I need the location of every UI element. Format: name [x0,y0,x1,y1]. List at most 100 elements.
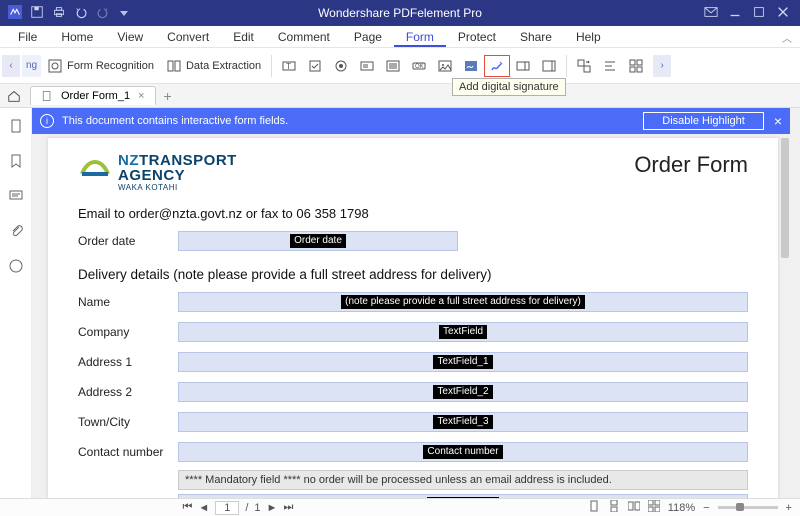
tooltip: Add digital signature [452,78,566,96]
address2-label: Address 2 [78,385,178,399]
align-icon[interactable] [597,55,623,77]
collapse-ribbon-icon[interactable]: ︿ [782,30,792,45]
delivery-heading: Delivery details (note please provide a … [78,267,748,282]
logo-line3: WAKA KOTAHI [118,183,237,192]
view-single-icon[interactable] [588,500,600,515]
next-page-icon[interactable]: ► [267,502,278,514]
data-extraction-icon [166,58,182,74]
address2-field[interactable]: TextField_2 [178,382,748,402]
disable-highlight-button[interactable]: Disable Highlight [643,112,764,130]
list-icon[interactable] [380,55,406,77]
view-two-icon[interactable] [628,500,640,515]
title-bar: Wondershare PDFelement Pro [0,0,800,26]
document-area: i This document contains interactive for… [32,108,800,498]
name-field[interactable]: (note please provide a full street addre… [178,292,748,312]
last-page-icon[interactable]: ⏭ [283,501,293,514]
form-recognition-button[interactable]: Form Recognition [41,53,160,79]
menu-view[interactable]: View [105,27,155,47]
data-extraction-button[interactable]: Data Extraction [160,53,267,79]
ribbon-overflow-label: ng [22,55,41,77]
notice-close-icon[interactable]: × [774,113,782,129]
view-continuous-icon[interactable] [608,500,620,515]
prev-page-icon[interactable]: ◄ [198,502,209,514]
menu-share[interactable]: Share [508,27,564,47]
checkbox-icon[interactable] [302,55,328,77]
minimize-icon[interactable] [728,5,742,22]
form-recognition-icon [47,58,63,74]
image-field-icon[interactable] [432,55,458,77]
comments-icon[interactable] [8,188,24,209]
address1-field[interactable]: TextField_1 [178,352,748,372]
barcode-icon[interactable] [536,55,562,77]
print-icon[interactable] [52,5,66,22]
thumbnails-icon[interactable] [8,118,24,139]
form-notice-bar: i This document contains interactive for… [32,108,790,134]
maximize-icon[interactable] [752,5,766,22]
undo-icon[interactable] [74,5,88,22]
ribbon-scroll-left[interactable]: ‹ [2,55,20,77]
attachments-icon[interactable] [8,223,24,244]
save-icon[interactable] [30,5,44,22]
menu-page[interactable]: Page [342,27,394,47]
email-line: Email to order@nzta.govt.nz or fax to 06… [78,206,748,221]
contact-field[interactable]: Contact number [178,442,748,462]
button-field-icon[interactable]: OK [406,55,432,77]
field-tag: TextField_3 [433,415,492,429]
menu-edit[interactable]: Edit [221,27,266,47]
page-canvas: NZTRANSPORT AGENCY WAKA KOTAHI Order For… [48,138,778,498]
close-icon[interactable] [776,5,790,22]
new-tab-icon[interactable]: + [164,88,172,104]
vertical-scrollbar[interactable] [780,138,790,498]
zoom-out-icon[interactable]: − [703,502,709,514]
order-date-field[interactable]: Order date [178,231,458,251]
zoom-slider-thumb[interactable] [736,503,744,511]
form-recognition-label: Form Recognition [67,60,154,72]
zoom-value: 118% [668,502,695,514]
mail-icon[interactable] [704,5,718,22]
address1-label: Address 1 [78,355,178,369]
document-tab[interactable]: Order Form_1 × [30,86,156,105]
tab-close-icon[interactable]: × [138,90,144,102]
ribbon: ‹ ng Form Recognition Data Extraction T … [0,48,800,84]
menu-bar: File Home View Convert Edit Comment Page… [0,26,800,48]
menu-help[interactable]: Help [564,27,613,47]
first-page-icon[interactable]: ⏮ [182,501,192,514]
company-field[interactable]: TextField [178,322,748,342]
ribbon-scroll-right[interactable]: › [653,55,671,77]
page-current[interactable]: 1 [215,501,239,515]
field-tag: Order date [290,234,346,248]
menu-form[interactable]: Form [394,27,446,47]
menu-convert[interactable]: Convert [155,27,221,47]
menu-file[interactable]: File [6,27,49,47]
menu-home[interactable]: Home [49,27,105,47]
logo-line2: AGENCY [118,169,237,183]
form-order-icon[interactable] [571,55,597,77]
left-rail [0,108,32,498]
more-fields-icon[interactable] [623,55,649,77]
zoom-slider[interactable] [718,506,778,509]
search-panel-icon[interactable] [8,258,24,279]
menu-protect[interactable]: Protect [446,27,508,47]
digital-signature-icon[interactable] [484,55,510,77]
zoom-in-icon[interactable]: + [786,502,792,514]
app-logo-icon [8,5,22,22]
tab-title: Order Form_1 [61,90,130,102]
radio-icon[interactable] [328,55,354,77]
scrollbar-thumb[interactable] [781,138,789,258]
home-tab-icon[interactable] [0,89,28,103]
info-icon: i [40,114,54,128]
link-field-icon[interactable] [510,55,536,77]
combo-icon[interactable] [354,55,380,77]
view-two-cont-icon[interactable] [648,500,660,515]
towncity-field[interactable]: TextField_3 [178,412,748,432]
field-tag: (note please provide a full street addre… [341,295,585,309]
menu-comment[interactable]: Comment [266,27,342,47]
contact-label: Contact number [78,445,178,459]
notice-text: This document contains interactive form … [62,115,288,127]
signature-draw-icon[interactable] [458,55,484,77]
text-field-icon[interactable]: T [276,55,302,77]
qat-dropdown-icon[interactable] [120,11,128,16]
redo-icon[interactable] [96,5,110,22]
bookmarks-icon[interactable] [8,153,24,174]
field-tag: TextField_2 [433,385,492,399]
